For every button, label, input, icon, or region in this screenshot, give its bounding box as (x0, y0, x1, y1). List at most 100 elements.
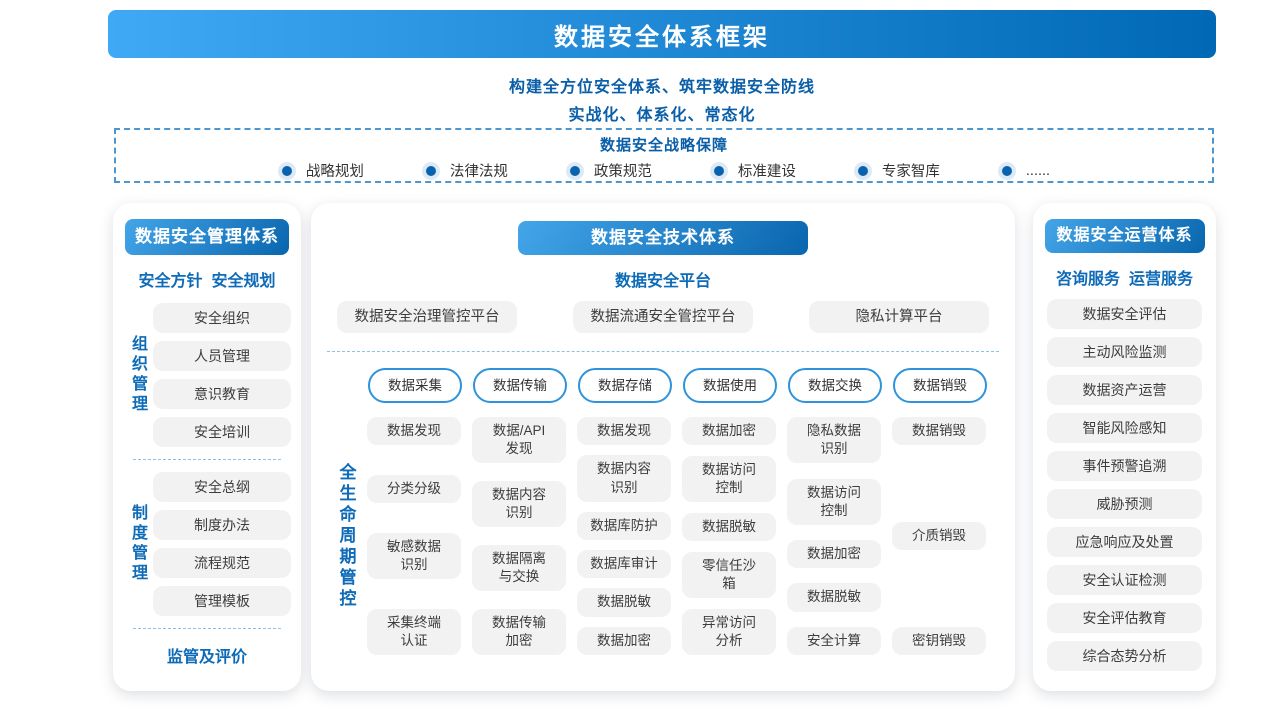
stage-pill: 数据存储 (578, 368, 672, 403)
lifecycle-column: 数据发现数据内容 识别数据库防护数据库审计数据脱敏数据加密 (577, 417, 671, 655)
lifecycle-item: 数据库防护 (577, 512, 671, 540)
bullet-icon (422, 162, 440, 180)
policy-management-section: 制度管理 安全总纲制度办法流程规范管理模板 (125, 472, 291, 616)
lifecycle-item: 数据加密 (577, 627, 671, 655)
management-item: 意识教育 (153, 379, 291, 409)
strategy-title: 数据安全战略保障 (116, 134, 1212, 155)
lifecycle-item: 数据加密 (682, 417, 776, 445)
stage-pill: 数据交换 (788, 368, 882, 403)
lifecycle-item: 数据脱敏 (787, 583, 881, 611)
operations-item: 安全认证检测 (1047, 565, 1202, 595)
lifecycle-item: 数据访问 控制 (682, 456, 776, 502)
strategy-item-label: 专家智库 (882, 160, 940, 181)
subtitle-line-2: 实战化、体系化、常态化 (108, 101, 1216, 125)
bullet-icon (278, 162, 296, 180)
lifecycle-item: 分类分级 (367, 475, 461, 503)
lifecycle-item: 数据/API 发现 (472, 417, 566, 463)
lifecycle-item: 数据销毁 (892, 417, 986, 445)
strategy-item: 政策规范 (566, 160, 652, 181)
lifecycle-column: 数据/API 发现数据内容 识别数据隔离 与交换数据传输 加密 (472, 417, 566, 655)
lifecycle-stage-row: 数据采集数据传输数据存储数据使用数据交换数据销毁 (368, 368, 1015, 403)
stage-pill: 数据销毁 (893, 368, 987, 403)
lifecycle-columns: 数据发现分类分级敏感数据 识别采集终端 认证数据/API 发现数据内容 识别数据… (367, 417, 986, 655)
page-title: 数据安全体系框架 (108, 10, 1216, 58)
management-item: 安全总纲 (153, 472, 291, 502)
strategy-assurance-box: 数据安全战略保障 战略规划 法律法规 政策规范 标准建设 专家智库...... (114, 128, 1214, 183)
bullet-icon (854, 162, 872, 180)
org-management-section: 组织管理 安全组织人员管理意识教育安全培训 (125, 303, 291, 447)
lifecycle-item: 数据脱敏 (682, 513, 776, 541)
lifecycle-item: 数据内容 识别 (472, 481, 566, 527)
operations-item: 威胁预测 (1047, 489, 1202, 519)
platform-pill: 隐私计算平台 (809, 301, 989, 333)
strategy-items-row: 战略规划 法律法规 政策规范 标准建设 专家智库...... (116, 160, 1212, 181)
management-system-panel: 数据安全管理体系 安全方针 安全规划 组织管理 安全组织人员管理意识教育安全培训… (113, 203, 301, 691)
lifecycle-label: 全生命周期管控 (334, 463, 359, 610)
lifecycle-item: 数据库审计 (577, 550, 671, 578)
management-subtitle: 安全方针 安全规划 (113, 267, 301, 291)
strategy-item: 战略规划 (278, 160, 364, 181)
operations-item: 数据资产运营 (1047, 375, 1202, 405)
bullet-icon (710, 162, 728, 180)
stage-pill: 数据传输 (473, 368, 567, 403)
strategy-item: 法律法规 (422, 160, 508, 181)
operations-items: 数据安全评估主动风险监测数据资产运营智能风险感知事件预警追溯威胁预测应急响应及处… (1047, 299, 1202, 671)
lifecycle-item: 数据隔离 与交换 (472, 545, 566, 591)
operations-item: 综合态势分析 (1047, 641, 1202, 671)
lifecycle-item: 数据访问 控制 (787, 479, 881, 525)
technology-system-panel: 数据安全技术体系 数据安全平台 数据安全治理管控平台 数据流通安全管控平台 隐私计算… (311, 203, 1015, 691)
lifecycle-item: 数据脱敏 (577, 588, 671, 616)
management-item: 安全组织 (153, 303, 291, 333)
bullet-icon (566, 162, 584, 180)
lifecycle-item: 数据发现 (367, 417, 461, 445)
operations-panel-title: 数据安全运营体系 (1045, 219, 1205, 253)
bullet-icon (998, 162, 1016, 180)
lifecycle-item: 采集终端 认证 (367, 609, 461, 655)
lifecycle-item: 敏感数据 识别 (367, 533, 461, 579)
lifecycle-column: 数据加密数据访问 控制数据脱敏零信任沙 箱异常访问 分析 (682, 417, 776, 655)
management-item: 人员管理 (153, 341, 291, 371)
lifecycle-column: 数据发现分类分级敏感数据 识别采集终端 认证 (367, 417, 461, 655)
operations-item: 主动风险监测 (1047, 337, 1202, 367)
operations-item: 事件预警追溯 (1047, 451, 1202, 481)
supervision-evaluation-label: 监管及评价 (113, 643, 301, 667)
platform-pill: 数据安全治理管控平台 (337, 301, 517, 333)
management-item: 流程规范 (153, 548, 291, 578)
lifecycle-column: 隐私数据 识别数据访问 控制数据加密数据脱敏安全计算 (787, 417, 881, 655)
operations-subtitle: 咨询服务 运营服务 (1033, 265, 1216, 289)
data-security-framework-diagram: 数据安全体系框架 构建全方位安全体系、筑牢数据安全防线 实战化、体系化、常态化 … (0, 0, 1280, 720)
management-item: 安全培训 (153, 417, 291, 447)
strategy-item: 标准建设 (710, 160, 796, 181)
strategy-item-label: 标准建设 (738, 160, 796, 181)
strategy-item-label: 法律法规 (450, 160, 508, 181)
lifecycle-column: 数据销毁介质销毁密钥销毁 (892, 417, 986, 655)
stage-pill: 数据采集 (368, 368, 462, 403)
org-management-items: 安全组织人员管理意识教育安全培训 (153, 303, 291, 447)
platform-row: 数据安全治理管控平台 数据流通安全管控平台 隐私计算平台 (311, 301, 1015, 333)
platform-pill: 数据流通安全管控平台 (573, 301, 753, 333)
divider (133, 628, 281, 629)
platform-title: 数据安全平台 (311, 267, 1015, 291)
strategy-item-label: 战略规划 (306, 160, 364, 181)
lifecycle-item: 隐私数据 识别 (787, 417, 881, 463)
strategy-item: ...... (998, 162, 1050, 180)
org-management-label: 组织管理 (125, 335, 149, 415)
operations-item: 智能风险感知 (1047, 413, 1202, 443)
policy-management-label: 制度管理 (125, 504, 149, 584)
divider (133, 459, 281, 460)
lifecycle-item: 密钥销毁 (892, 627, 986, 655)
operations-item: 数据安全评估 (1047, 299, 1202, 329)
management-item: 管理模板 (153, 586, 291, 616)
strategy-item: 专家智库 (854, 160, 940, 181)
lifecycle-item: 异常访问 分析 (682, 609, 776, 655)
technology-panel-title: 数据安全技术体系 (518, 221, 808, 255)
operations-item: 安全评估教育 (1047, 603, 1202, 633)
stage-pill: 数据使用 (683, 368, 777, 403)
lifecycle-item: 数据传输 加密 (472, 609, 566, 655)
management-panel-title: 数据安全管理体系 (125, 219, 289, 255)
lifecycle-item: 零信任沙 箱 (682, 552, 776, 598)
lifecycle-item: 数据内容 识别 (577, 455, 671, 501)
lifecycle-grid: 全生命周期管控 数据发现分类分级敏感数据 识别采集终端 认证数据/API 发现数… (325, 417, 1015, 655)
lifecycle-item: 数据加密 (787, 540, 881, 568)
policy-management-items: 安全总纲制度办法流程规范管理模板 (153, 472, 291, 616)
